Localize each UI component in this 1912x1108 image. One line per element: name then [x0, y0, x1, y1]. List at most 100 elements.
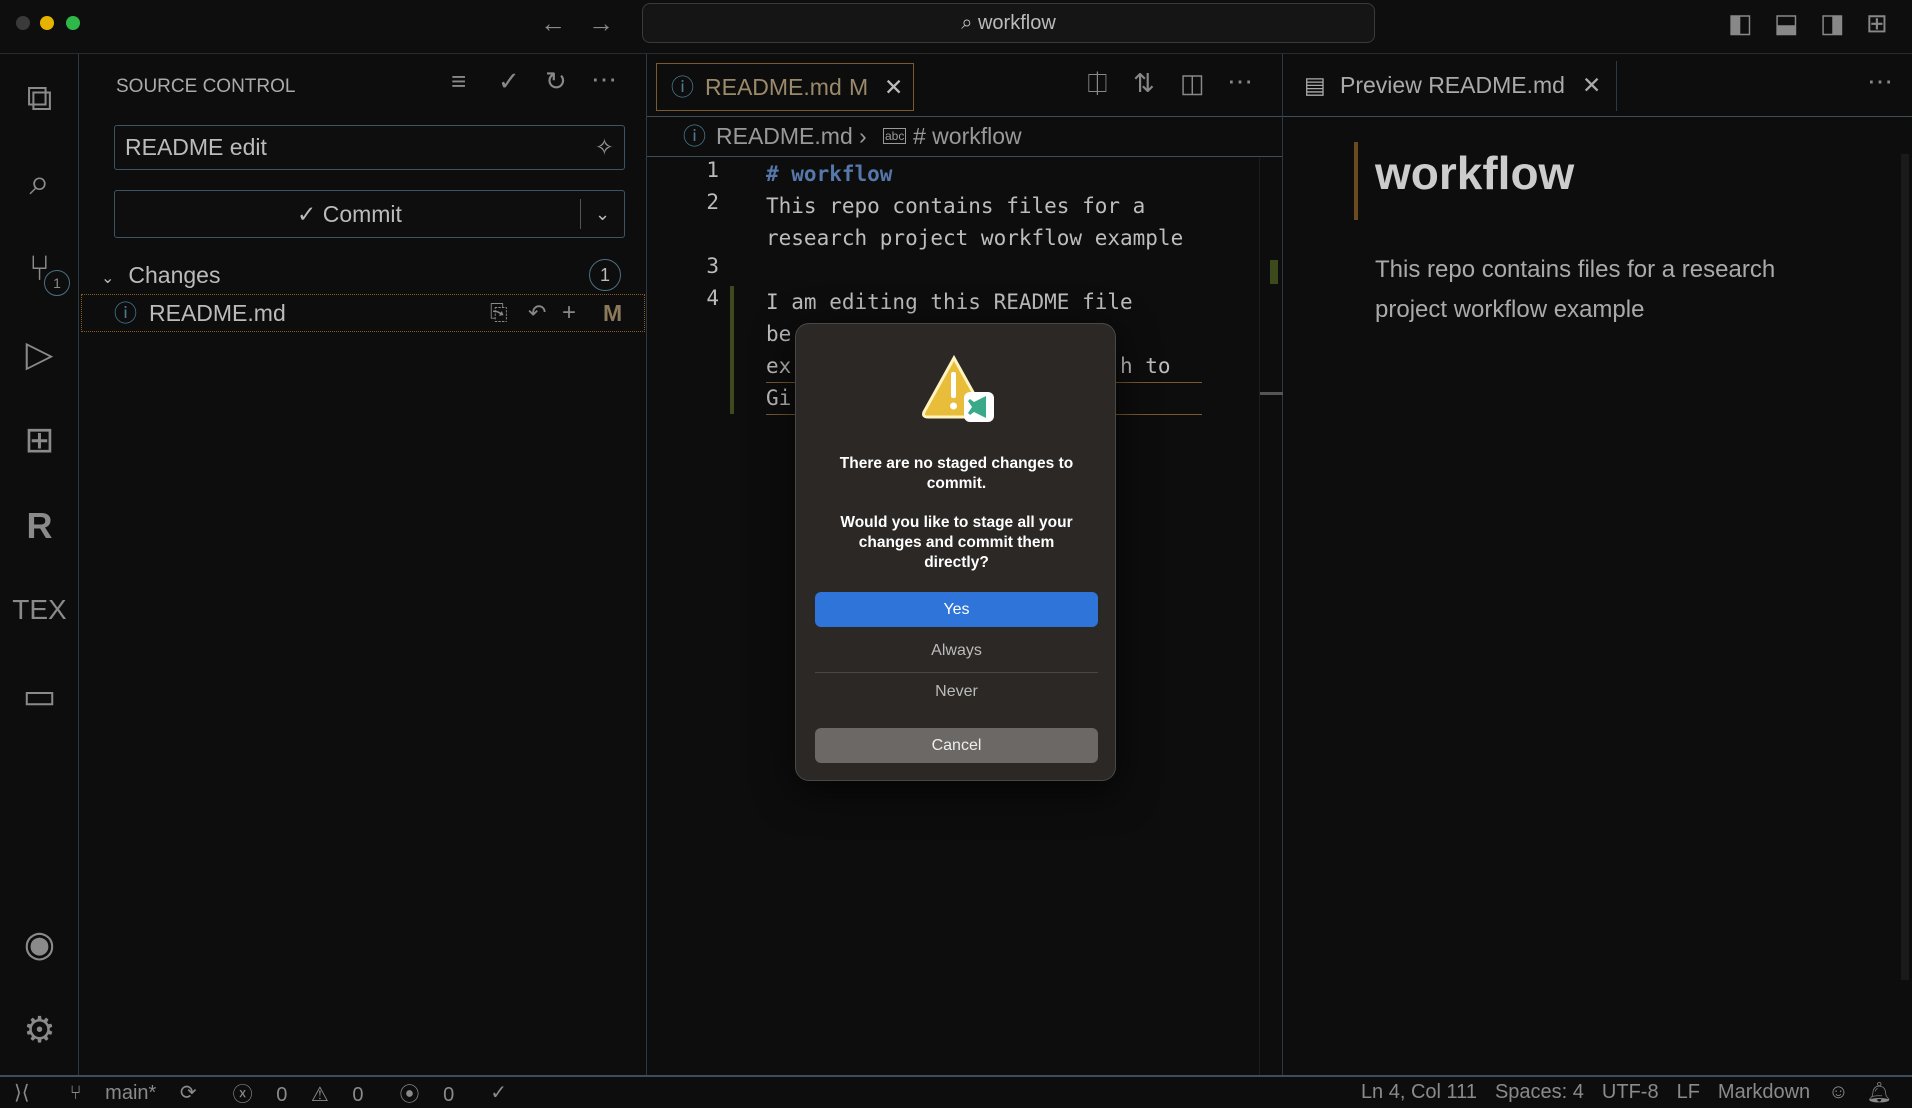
more-actions-icon[interactable]: ⋯ — [591, 64, 617, 95]
r-language-icon[interactable]: R — [0, 496, 79, 556]
commit-check-icon[interactable]: ✓ — [498, 66, 520, 97]
tab-modified: M — [849, 74, 869, 100]
language-mode[interactable]: Markdown — [1718, 1081, 1810, 1104]
extensions-icon[interactable]: ⊞ — [0, 410, 79, 470]
search-icon: ⌕ — [961, 12, 978, 34]
toggle-panel-icon[interactable]: ⬓ — [1774, 8, 1799, 39]
code-line: This repo contains files for a — [766, 194, 1146, 218]
commit-label: ✓ Commit — [297, 201, 402, 227]
divider — [815, 672, 1098, 673]
tab-bar: ⓘ README.md M ✕ ⎅ ⇅ ◫ ⋯ — [647, 54, 1282, 117]
dialog-message: Would you like to stage all your changes… — [840, 514, 1073, 571]
preview-heading: workflow — [1375, 147, 1575, 199]
tex-icon[interactable]: TEX — [0, 580, 79, 640]
breadcrumb-file[interactable]: README.md — [716, 117, 853, 155]
branch-indicator[interactable]: ⑂ main* ⟳ — [70, 1080, 215, 1105]
settings-gear-icon[interactable]: ⚙ — [0, 1000, 79, 1060]
modified-status: M — [603, 300, 623, 326]
tab-preview-readme[interactable]: ▤ Preview README.md ✕ — [1290, 61, 1617, 111]
maximize-window-button[interactable] — [66, 16, 80, 30]
toggle-secondary-sidebar-icon[interactable]: ◨ — [1820, 8, 1845, 39]
forward-arrow-icon[interactable]: → — [588, 8, 614, 39]
close-icon[interactable]: ✕ — [884, 64, 903, 110]
broadcast-icon: ⦿ — [399, 1084, 426, 1106]
branch-icon: ⑂ — [69, 1082, 88, 1104]
commit-button[interactable]: ✓ Commit ⌄ — [114, 190, 625, 238]
warning-count: 0 — [352, 1084, 364, 1106]
indentation[interactable]: Spaces: 4 — [1495, 1081, 1584, 1104]
line-number: 4 — [706, 286, 719, 310]
changes-group[interactable]: ⌄ Changes 1 — [101, 257, 621, 293]
encoding[interactable]: UTF-8 — [1602, 1081, 1659, 1104]
status-bar: ⟩⟨ ⑂ main* ⟳ ⓧ 0 ⚠ 0 ⦿ 0 ✓ Ln 4, Col 111… — [0, 1075, 1912, 1108]
info-icon: ⓘ — [114, 300, 137, 326]
line-number: 2 — [706, 190, 719, 214]
scm-badge: 1 — [44, 270, 70, 296]
breadcrumb-symbol[interactable]: # workflow — [913, 117, 1022, 155]
line-number: 1 — [706, 158, 719, 182]
info-icon: ⓘ — [671, 74, 694, 100]
tab-readme[interactable]: ⓘ README.md M ✕ — [656, 63, 914, 111]
changes-count-badge: 1 — [589, 259, 621, 291]
notifications-bell-icon[interactable]: 🔔︎ — [1867, 1080, 1892, 1105]
file-list-item-readme[interactable]: ⓘ README.md ⎘ ↶ + M — [81, 294, 645, 332]
minimize-window-button[interactable] — [40, 16, 54, 30]
chat-icon[interactable]: ▭ — [0, 666, 79, 726]
discard-changes-icon[interactable]: ↶ — [528, 295, 546, 331]
commit-dropdown-chevron-icon[interactable]: ⌄ — [580, 199, 624, 229]
always-button[interactable]: Always — [815, 633, 1098, 668]
code-line: # workflow — [766, 162, 893, 186]
source-control-icon[interactable]: ⑂ 1 — [0, 238, 79, 298]
scrollbar-change-marker — [1270, 260, 1278, 284]
open-file-icon[interactable]: ⎘ — [490, 295, 508, 331]
accounts-icon[interactable]: ◉ — [0, 914, 79, 974]
copilot-icon[interactable]: ☺ — [1828, 1081, 1848, 1104]
close-icon[interactable]: ✕ — [1582, 61, 1601, 109]
source-control-panel: SOURCE CONTROL ≡ ✓ ↻ ⋯ README edit ✧ ✓ Co… — [79, 54, 647, 1075]
more-actions-icon[interactable]: ⋯ — [1227, 66, 1253, 97]
code-line: be — [766, 322, 792, 346]
file-name: README.md — [149, 300, 286, 326]
customize-layout-icon[interactable]: ⊞ — [1866, 8, 1888, 39]
refresh-icon[interactable]: ↻ — [545, 66, 567, 97]
warning-vscode-icon — [920, 354, 994, 424]
explorer-icon[interactable]: ⧉ — [0, 68, 79, 128]
scrollbar[interactable] — [1259, 158, 1283, 1075]
end-of-line[interactable]: LF — [1677, 1081, 1700, 1104]
run-debug-icon[interactable]: ▷ — [0, 324, 79, 384]
chevron-right-icon: › — [859, 123, 867, 149]
cursor-position[interactable]: Ln 4, Col 111 — [1361, 1081, 1477, 1104]
commit-message-text: README edit — [125, 134, 267, 160]
open-changes-icon[interactable]: ⇅ — [1133, 68, 1155, 99]
confirm-commit-dialog: There are no staged changes to commit. W… — [795, 323, 1116, 781]
never-button[interactable]: Never — [815, 674, 1098, 709]
open-preview-icon[interactable]: ⎅ — [1087, 68, 1108, 100]
scrollbar-thumb[interactable] — [1260, 392, 1283, 395]
modified-gutter-marker — [730, 286, 734, 414]
sync-icon: ⟳ — [179, 1082, 197, 1104]
problems-indicator[interactable]: ⓧ 0 ⚠ 0 — [233, 1078, 382, 1107]
commit-message-input[interactable]: README edit ✧ — [114, 125, 625, 170]
sparkle-icon[interactable]: ✧ — [595, 126, 614, 169]
toggle-primary-sidebar-icon[interactable]: ◧ — [1728, 8, 1753, 39]
stage-changes-icon[interactable]: + — [562, 295, 576, 331]
yes-button[interactable]: Yes — [815, 592, 1098, 627]
heading-marker — [1354, 142, 1358, 220]
view-as-tree-icon[interactable]: ≡ — [451, 66, 466, 97]
split-editor-icon[interactable]: ◫ — [1180, 68, 1205, 99]
close-window-button[interactable] — [16, 16, 30, 30]
check-icon[interactable]: ✓ — [490, 1080, 507, 1105]
remote-indicator-icon[interactable]: ⟩⟨ — [14, 1080, 30, 1105]
more-actions-icon[interactable]: ⋯ — [1867, 66, 1893, 97]
warning-icon: ⚠ — [310, 1084, 335, 1106]
preview-group: ▤ Preview README.md ✕ ⋯ workflow This re… — [1283, 54, 1912, 1075]
cancel-button[interactable]: Cancel — [815, 728, 1098, 763]
back-arrow-icon[interactable]: ← — [540, 8, 566, 39]
preview-scrollbar[interactable] — [1901, 154, 1909, 980]
command-center-search[interactable]: ⌕ workflow — [642, 3, 1375, 43]
dialog-title: There are no staged changes to commit. — [839, 455, 1074, 492]
error-count: 0 — [276, 1084, 288, 1106]
string-symbol-icon: abc — [883, 128, 907, 144]
search-view-icon[interactable]: ⌕ — [0, 152, 79, 212]
ports-indicator[interactable]: ⦿ 0 — [400, 1078, 473, 1107]
